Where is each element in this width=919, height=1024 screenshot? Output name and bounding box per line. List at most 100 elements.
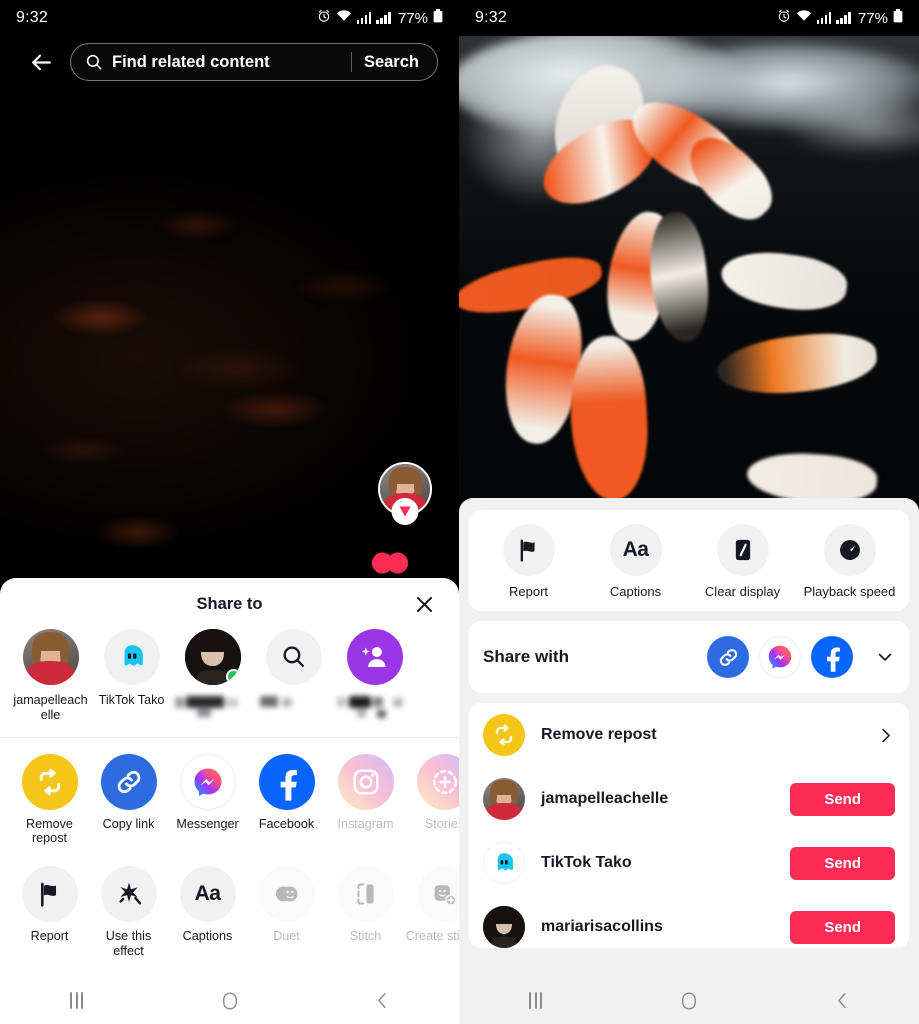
share-with-card: Share with bbox=[469, 621, 909, 694]
friend-label: TikTok Tako bbox=[98, 692, 165, 707]
action-report[interactable]: Report bbox=[10, 866, 89, 959]
search-button[interactable]: Search bbox=[358, 53, 433, 72]
add-friend-icon bbox=[346, 628, 403, 685]
share-sheet-title: Share to bbox=[0, 578, 459, 627]
action-label: Captions bbox=[182, 929, 233, 944]
search-divider bbox=[350, 52, 352, 72]
status-bar-left: 9:32 77% bbox=[0, 0, 459, 36]
chevron-down-icon[interactable] bbox=[875, 647, 895, 667]
contact-name: mariarisacollins bbox=[541, 918, 663, 936]
video-background-right[interactable] bbox=[459, 36, 919, 498]
list-item-contact[interactable]: TikTok Tako Send bbox=[469, 831, 909, 895]
back-chevron-icon[interactable] bbox=[812, 981, 872, 1021]
share-actions-row: Report Use this effect Aa Captions Duet … bbox=[0, 850, 459, 977]
list-item-contact[interactable]: jamapelleachelle Send bbox=[469, 767, 909, 831]
share-friend-tiktok-tako[interactable]: TikTok Tako bbox=[91, 628, 172, 723]
blurred-username bbox=[335, 693, 414, 719]
messenger-icon[interactable] bbox=[759, 636, 801, 679]
close-icon[interactable] bbox=[409, 590, 439, 620]
repost-icon bbox=[21, 753, 78, 810]
share-stories[interactable]: Stories bbox=[405, 753, 459, 847]
home-icon[interactable] bbox=[659, 981, 719, 1021]
search-icon bbox=[85, 53, 103, 71]
action-stitch[interactable]: Stitch bbox=[326, 866, 405, 959]
share-instagram[interactable]: Instagram bbox=[326, 753, 405, 847]
signal-icon bbox=[376, 12, 391, 24]
quick-actions-row: Report Aa Captions Clear display Playbac… bbox=[469, 510, 909, 611]
wifi-icon bbox=[336, 9, 352, 27]
list-item-remove-repost[interactable]: Remove repost bbox=[469, 703, 909, 767]
repost-arrow-icon[interactable] bbox=[391, 498, 419, 525]
alarm-icon bbox=[777, 9, 791, 28]
battery-percent: 77% bbox=[857, 9, 888, 27]
duet-icon bbox=[258, 866, 315, 923]
share-friend-jamapelleachelle[interactable]: jamapelleachelle bbox=[10, 628, 91, 723]
list-item-label: Remove repost bbox=[541, 726, 657, 744]
share-with-row: Share with bbox=[469, 621, 909, 693]
avatar bbox=[184, 628, 241, 685]
action-captions[interactable]: Aa Captions bbox=[582, 524, 689, 599]
search-query-text[interactable]: Find related content bbox=[112, 53, 345, 72]
recents-icon[interactable] bbox=[506, 981, 566, 1021]
action-create-sticker[interactable]: Create sticker bbox=[405, 866, 459, 959]
share-facebook[interactable]: Facebook bbox=[247, 753, 326, 847]
send-button[interactable]: Send bbox=[790, 846, 895, 880]
status-bar-right: 9:32 77% bbox=[459, 0, 919, 36]
share-remove-repost[interactable]: Remove repost bbox=[10, 753, 89, 847]
list-item-contact[interactable]: mariarisacollins Send bbox=[469, 895, 909, 949]
share-friend-search[interactable] bbox=[253, 628, 334, 723]
action-playback-speed[interactable]: Playback speed bbox=[796, 524, 903, 599]
share-messenger[interactable]: Messenger bbox=[168, 753, 247, 847]
quick-actions-card: Report Aa Captions Clear display Playbac… bbox=[469, 510, 909, 612]
share-label: Instagram bbox=[337, 816, 394, 831]
action-report[interactable]: Report bbox=[475, 524, 582, 599]
create-sticker-icon bbox=[416, 866, 459, 923]
send-list-card: Remove repost jamapelleachelle Send TikT… bbox=[469, 703, 909, 949]
flag-icon bbox=[502, 524, 555, 576]
avatar bbox=[22, 628, 79, 685]
friend-label: jamapelleachelle bbox=[13, 692, 88, 722]
facebook-icon[interactable] bbox=[811, 636, 853, 679]
recents-icon[interactable] bbox=[47, 981, 107, 1021]
dual-screenshot: 9:32 77% Find related content Search Sha… bbox=[0, 0, 919, 1024]
link-icon[interactable] bbox=[707, 636, 749, 679]
options-sheet-right: Report Aa Captions Clear display Playbac… bbox=[459, 498, 919, 1024]
android-nav-bar-left bbox=[0, 977, 459, 1024]
share-label: Messenger bbox=[176, 816, 239, 831]
back-chevron-icon[interactable] bbox=[353, 981, 413, 1021]
action-label: Captions bbox=[609, 584, 662, 599]
stories-icon bbox=[416, 753, 459, 810]
captions-aa-icon: Aa bbox=[609, 524, 662, 576]
clear-display-icon bbox=[716, 524, 769, 576]
action-use-this-effect[interactable]: Use this effect bbox=[89, 866, 168, 959]
link-icon bbox=[100, 753, 157, 810]
action-duet[interactable]: Duet bbox=[247, 866, 326, 959]
battery-icon bbox=[433, 8, 443, 28]
action-clear-display[interactable]: Clear display bbox=[689, 524, 796, 599]
action-captions[interactable]: Aa Captions bbox=[168, 866, 247, 959]
send-button[interactable]: Send bbox=[790, 910, 895, 944]
status-time: 9:32 bbox=[475, 9, 507, 26]
search-input[interactable]: Find related content Search bbox=[70, 43, 438, 81]
avatar bbox=[483, 906, 525, 949]
contact-name: jamapelleachelle bbox=[541, 790, 669, 808]
share-label: Stories bbox=[424, 816, 459, 831]
android-nav-bar-right bbox=[459, 977, 919, 1024]
back-arrow-icon[interactable] bbox=[22, 43, 60, 81]
alarm-icon bbox=[317, 9, 331, 28]
share-friend-add[interactable] bbox=[334, 628, 415, 723]
action-label: Create sticker bbox=[405, 929, 459, 944]
home-icon[interactable] bbox=[200, 981, 260, 1021]
share-friend-blurred-1[interactable] bbox=[172, 628, 253, 723]
share-copy-link[interactable]: Copy link bbox=[89, 753, 168, 847]
creator-avatar[interactable] bbox=[378, 462, 432, 525]
share-friends-row: jamapelleachelle TikTok Tako bbox=[0, 627, 459, 733]
chevron-right-icon[interactable] bbox=[876, 726, 895, 745]
send-button[interactable]: Send bbox=[790, 782, 895, 816]
tiktok-tako-icon bbox=[103, 628, 160, 685]
right-phone-screen: 9:32 77% Report Aa Captions Clear displa… bbox=[459, 0, 919, 1024]
contact-name: TikTok Tako bbox=[541, 854, 632, 872]
instagram-icon bbox=[337, 753, 394, 810]
heart-icon[interactable] bbox=[371, 552, 409, 574]
speedometer-icon bbox=[823, 524, 876, 576]
